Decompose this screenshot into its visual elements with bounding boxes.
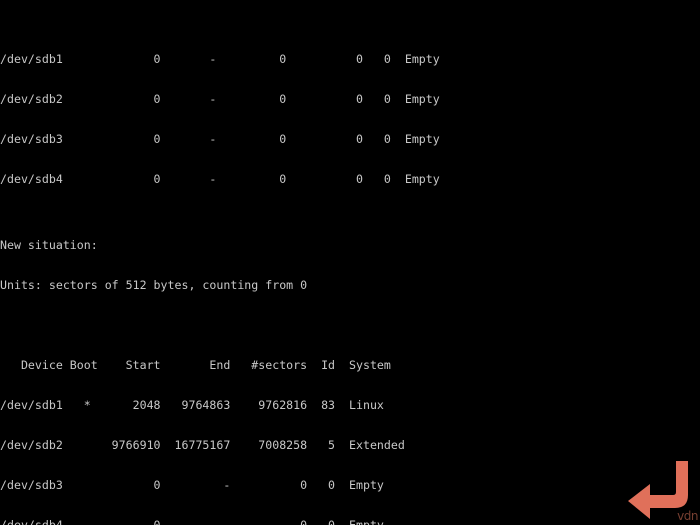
table-row: /dev/sdb3 0 - 0 0 Empty [0,477,384,492]
old-partition-row: /dev/sdb4 0 - 0 0 0 Empty [0,171,440,186]
old-partition-row: /dev/sdb2 0 - 0 0 0 Empty [0,92,440,107]
new-situation-heading: New situation: [0,238,98,253]
table-row: /dev/sdb2 9766910 16775167 7008258 5 Ext… [0,437,405,452]
watermark-label: vdn [677,509,698,523]
old-partition-row: /dev/sdb1 0 - 0 0 0 Empty [0,52,440,67]
partition-table-header: Device Boot Start End #sectors Id System [0,358,391,373]
old-partition-row: /dev/sdb3 0 - 0 0 0 Empty [0,131,440,146]
table-row: /dev/sdb1 * 2048 9764863 9762816 83 Linu… [0,397,384,412]
table-row: /dev/sdb4 0 - 0 0 Empty [0,517,384,525]
terminal-window[interactable]: /dev/sdb1 0 - 0 0 0 Empty /dev/sdb2 0 - … [0,0,700,525]
units-line: Units: sectors of 512 bytes, counting fr… [0,278,308,293]
terminal-output: /dev/sdb1 0 - 0 0 0 Empty /dev/sdb2 0 - … [0,0,700,525]
